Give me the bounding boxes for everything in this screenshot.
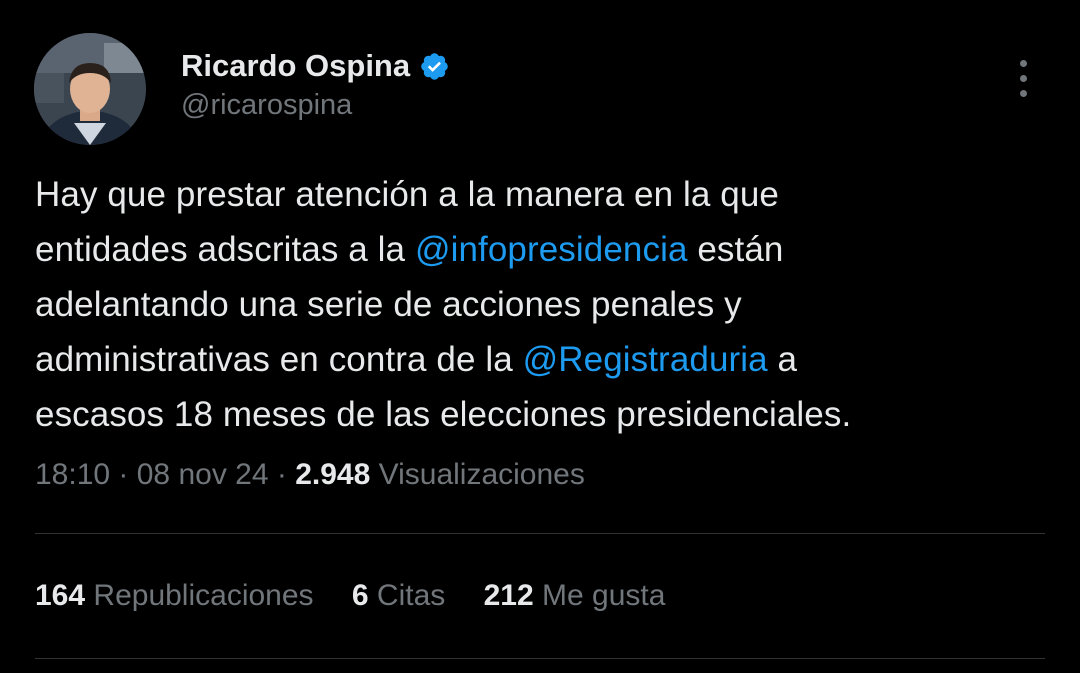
reposts-stat[interactable]: 164 Republicaciones	[35, 579, 314, 613]
tweet-line: adelantando una serie de acciones penale…	[35, 285, 742, 324]
author-name-text[interactable]: Ricardo Ospina	[181, 48, 410, 84]
tweet-line: escasos 18 meses de las elecciones presi…	[35, 395, 852, 434]
tweet-time[interactable]: 18:10	[35, 458, 110, 491]
tweet-meta: 18:10 · 08 nov 24 · 2.948 Visualizacione…	[35, 458, 585, 492]
likes-stat[interactable]: 212 Me gusta	[484, 579, 666, 613]
more-dot	[1020, 75, 1027, 82]
reposts-count: 164	[35, 579, 86, 612]
avatar[interactable]	[34, 33, 146, 145]
tweet-text-segment: entidades adscritas a la	[35, 230, 415, 269]
tweet-text-segment: a	[767, 340, 798, 379]
tweet-line: Hay que prestar atención a la manera en …	[35, 175, 779, 214]
reposts-label: Republicaciones	[93, 579, 314, 612]
tweet-date[interactable]: 08 nov 24	[137, 458, 269, 491]
likes-label: Me gusta	[542, 579, 666, 612]
verified-badge-icon[interactable]	[419, 51, 450, 82]
likes-count: 212	[483, 579, 534, 612]
engagement-stats: 164 Republicaciones 6 Citas 212 Me gusta	[35, 579, 695, 613]
quotes-label: Citas	[376, 579, 446, 612]
tweet-detail: Ricardo Ospina @ricarospina Hay que pres…	[0, 0, 1080, 673]
tweet-text: Hay que prestar atención a la manera en …	[35, 167, 1045, 442]
more-dot	[1020, 90, 1027, 97]
quotes-count: 6	[351, 579, 369, 612]
tweet-text-segment: administrativas en contra de la	[35, 340, 523, 379]
author-name[interactable]: Ricardo Ospina	[181, 48, 450, 84]
divider	[35, 658, 1045, 659]
author-handle[interactable]: @ricarospina	[181, 89, 352, 122]
avatar-image	[34, 33, 146, 145]
mention-infopresidencia[interactable]: @infopresidencia	[415, 230, 688, 269]
views-count: 2.948	[295, 458, 371, 491]
mention-registraduria[interactable]: @Registraduria	[523, 340, 768, 379]
tweet-line: administrativas en contra de la @Registr…	[35, 332, 1045, 387]
more-options-icon[interactable]	[1006, 56, 1042, 100]
divider	[35, 533, 1045, 534]
more-dot	[1020, 60, 1027, 67]
quotes-stat[interactable]: 6 Citas	[352, 579, 445, 613]
tweet-text-segment: están	[687, 230, 784, 269]
meta-separator: ·	[110, 458, 137, 491]
meta-separator: ·	[268, 458, 296, 491]
tweet-line: entidades adscritas a la @infopresidenci…	[35, 222, 1045, 277]
views-label: Visualizaciones	[378, 458, 585, 491]
